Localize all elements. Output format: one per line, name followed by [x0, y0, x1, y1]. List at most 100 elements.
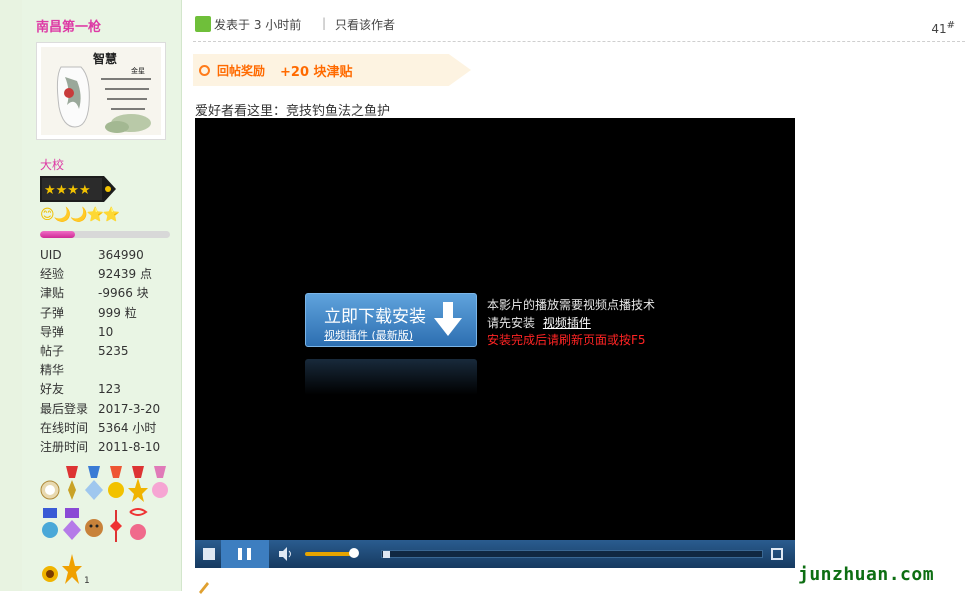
- button-reflection: [305, 359, 477, 395]
- reward-label: 回帖奖励: [217, 64, 266, 78]
- download-install-button[interactable]: 立即下载安装 视频插件 (最新版): [305, 293, 477, 347]
- plugin-required-text: 本影片的播放需要视频点播技术: [487, 298, 656, 312]
- stat-label: 津贴: [40, 286, 65, 301]
- stat-experience: 经验 92439 点: [40, 265, 180, 284]
- stat-posts: 帖子 5235: [40, 342, 180, 361]
- pencil-icon[interactable]: [197, 580, 211, 594]
- username-link[interactable]: 南昌第一枪: [36, 16, 101, 35]
- stat-last-login: 最后登录 2017-3-20: [40, 400, 180, 419]
- stat-value: 5364 小时: [98, 420, 157, 435]
- seek-bar[interactable]: [381, 550, 763, 558]
- stat-label: 在线时间: [40, 420, 89, 435]
- install-prompt: 请先安装 视频插件: [487, 314, 591, 331]
- medal-icon[interactable]: [128, 506, 148, 544]
- medal-icon[interactable]: [84, 506, 104, 544]
- stat-allowance: 津贴 -9966 块: [40, 284, 180, 303]
- medal-icon[interactable]: [62, 548, 82, 586]
- stat-value: [98, 361, 180, 380]
- rank-badge-icon: ★★★★: [40, 176, 116, 202]
- pause-icon: [247, 548, 251, 560]
- download-arrow-icon: [434, 302, 462, 336]
- medal-icon[interactable]: [40, 548, 60, 586]
- stat-value[interactable]: 5235: [98, 342, 180, 361]
- medal-icon[interactable]: [106, 506, 126, 544]
- pause-icon: [238, 548, 242, 560]
- medal-icon[interactable]: [62, 464, 82, 502]
- stat-label: 子弹: [40, 305, 65, 320]
- stat-value: 92439 点: [98, 267, 152, 282]
- volume-icon[interactable]: [279, 547, 293, 561]
- floor-value: 41: [931, 22, 947, 36]
- avatar[interactable]: 智慧 金星: [36, 42, 166, 140]
- plugin-version-label: 视频插件 (最新版): [324, 329, 414, 342]
- medal-count-badge: 1: [84, 576, 90, 586]
- stat-bullets: 子弹 999 粒: [40, 304, 180, 323]
- stat-label: 最后登录: [40, 401, 89, 416]
- svg-text:智慧: 智慧: [92, 51, 117, 66]
- stat-uid: UID 364990: [40, 246, 180, 265]
- stat-value[interactable]: 123: [98, 380, 180, 399]
- medal-row: [40, 464, 180, 502]
- post-header: 发表于 3 小时前 | 只看该作者 41#: [193, 14, 965, 42]
- credit-progress-bar: [40, 231, 170, 238]
- stat-missiles: 导弹 10: [40, 323, 180, 342]
- stat-value: 999 粒: [98, 305, 137, 320]
- rank-title: 大校: [40, 158, 65, 172]
- site-watermark: junzhuan.com: [798, 564, 935, 585]
- floor-number[interactable]: 41#: [931, 20, 955, 36]
- stat-digest: 精华: [40, 361, 180, 380]
- refresh-warning: 安装完成后请刷新页面或按F5: [487, 333, 646, 347]
- fullscreen-button[interactable]: [771, 548, 783, 560]
- stat-value: 10: [98, 324, 114, 339]
- reward-ring-icon: [199, 65, 210, 76]
- rank-stars-icon: 😊🌙🌙⭐⭐: [40, 207, 120, 223]
- medal-icon[interactable]: [62, 506, 82, 544]
- medal-icon[interactable]: [40, 464, 60, 502]
- stat-label: 导弹: [40, 324, 65, 339]
- online-status-icon: [195, 16, 211, 32]
- avatar-image: 智慧 金星: [41, 47, 161, 135]
- stat-value: -9966 块: [98, 286, 149, 301]
- medal-icon[interactable]: [40, 506, 60, 544]
- reward-amount: +20 块津贴: [280, 65, 353, 80]
- install-prompt-prefix: 请先安装: [487, 316, 536, 330]
- medal-icon[interactable]: [128, 464, 148, 502]
- stat-register-time: 注册时间 2011-8-10: [40, 438, 180, 457]
- floor-suffix: #: [946, 20, 955, 31]
- stop-button[interactable]: [203, 548, 215, 560]
- stat-value[interactable]: 364990: [98, 246, 180, 265]
- post-time: 发表于 3 小时前: [214, 18, 302, 32]
- download-label: 立即下载安装: [324, 307, 426, 327]
- stat-label: UID: [40, 248, 62, 262]
- stat-value: 2017-3-20: [98, 401, 161, 416]
- stat-label: 好友: [40, 382, 65, 397]
- player-controls: [195, 540, 795, 568]
- credit-progress-fill: [40, 231, 76, 238]
- video-player[interactable]: 立即下载安装 视频插件 (最新版) 本影片的播放需要视频点播技术 请先安装 视频…: [195, 118, 795, 568]
- post-headline: 爱好者看这里：竞技钓鱼法之鱼护: [195, 104, 391, 119]
- stat-value: 2011-8-10: [98, 439, 161, 454]
- volume-slider[interactable]: [305, 552, 355, 556]
- medal-icon[interactable]: [84, 464, 104, 502]
- svg-text:金星: 金星: [131, 66, 145, 75]
- plugin-link[interactable]: 视频插件: [543, 316, 591, 330]
- medal-icon[interactable]: [150, 464, 170, 502]
- user-sidebar: 南昌第一枪 智慧 金星 大校 ★★★★ 😊🌙🌙⭐⭐ UID 364990 经验 …: [22, 0, 182, 591]
- stat-friends: 好友 123: [40, 380, 180, 399]
- stat-online-time: 在线时间 5364 小时: [40, 419, 180, 438]
- svg-text:★★★★: ★★★★: [44, 183, 91, 198]
- post-main: 发表于 3 小时前 | 只看该作者 41# 回帖奖励 +20 块津贴 爱好者看这…: [183, 0, 965, 594]
- only-author-link[interactable]: 只看该作者: [335, 16, 395, 33]
- user-stats: UID 364990 经验 92439 点 津贴 -9966 块 子弹 999 …: [40, 246, 180, 457]
- medal-icon[interactable]: [106, 464, 126, 502]
- stat-label: 经验: [40, 267, 65, 282]
- left-edge-bar: [0, 0, 22, 591]
- volume-knob[interactable]: [349, 548, 359, 558]
- medal-list: 1: [40, 464, 180, 590]
- medal-row: [40, 506, 180, 544]
- stat-label: 帖子: [40, 343, 65, 358]
- reply-reward-banner: 回帖奖励 +20 块津贴: [193, 54, 471, 86]
- pause-button[interactable]: [221, 540, 269, 568]
- seek-knob[interactable]: [383, 551, 390, 558]
- medal-row: 1: [40, 548, 180, 586]
